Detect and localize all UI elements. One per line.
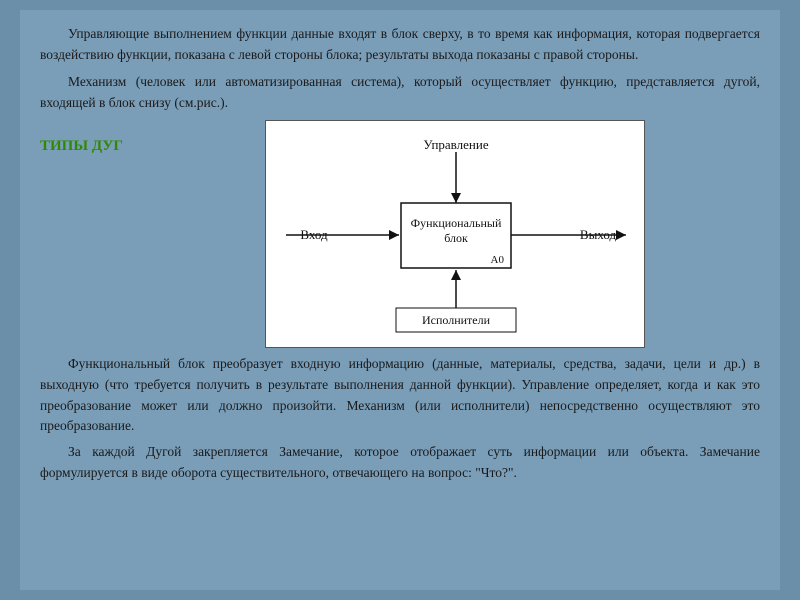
- intro-text-block: Управляющие выполнением функции данные в…: [40, 24, 760, 114]
- output-arrow-head: [616, 230, 626, 240]
- bottom-text-block: Функциональный блок преобразует входную …: [40, 354, 760, 485]
- diagram-container: Управление Функциональный блок A0 Вход: [150, 120, 760, 348]
- control-label: Управление: [423, 137, 488, 152]
- page: Управляющие выполнением функции данные в…: [20, 10, 780, 590]
- section-label: ТИПЫ ДУГ: [40, 138, 150, 155]
- section-label-col: ТИПЫ ДУГ: [40, 120, 150, 161]
- diagram-area: ТИПЫ ДУГ Управление Функциональный блок: [40, 120, 760, 348]
- idef0-svg: Управление Функциональный блок A0 Вход: [286, 135, 626, 335]
- function-label-line1: Функциональный: [411, 216, 502, 230]
- control-arrow-head: [451, 193, 461, 203]
- idef0-diagram: Управление Функциональный блок A0 Вход: [265, 120, 645, 348]
- input-arrow-head: [389, 230, 399, 240]
- code-label: A0: [491, 254, 505, 266]
- function-label-line2: блок: [444, 231, 468, 245]
- paragraph-4: За каждой Дугой закрепляется Замечание, …: [40, 442, 760, 484]
- paragraph-2: Механизм (человек или автоматизированная…: [40, 72, 760, 114]
- mechanism-label: Исполнители: [422, 313, 491, 327]
- paragraph-1: Управляющие выполнением функции данные в…: [40, 24, 760, 66]
- mechanism-arrow-head: [451, 270, 461, 280]
- paragraph-3: Функциональный блок преобразует входную …: [40, 354, 760, 438]
